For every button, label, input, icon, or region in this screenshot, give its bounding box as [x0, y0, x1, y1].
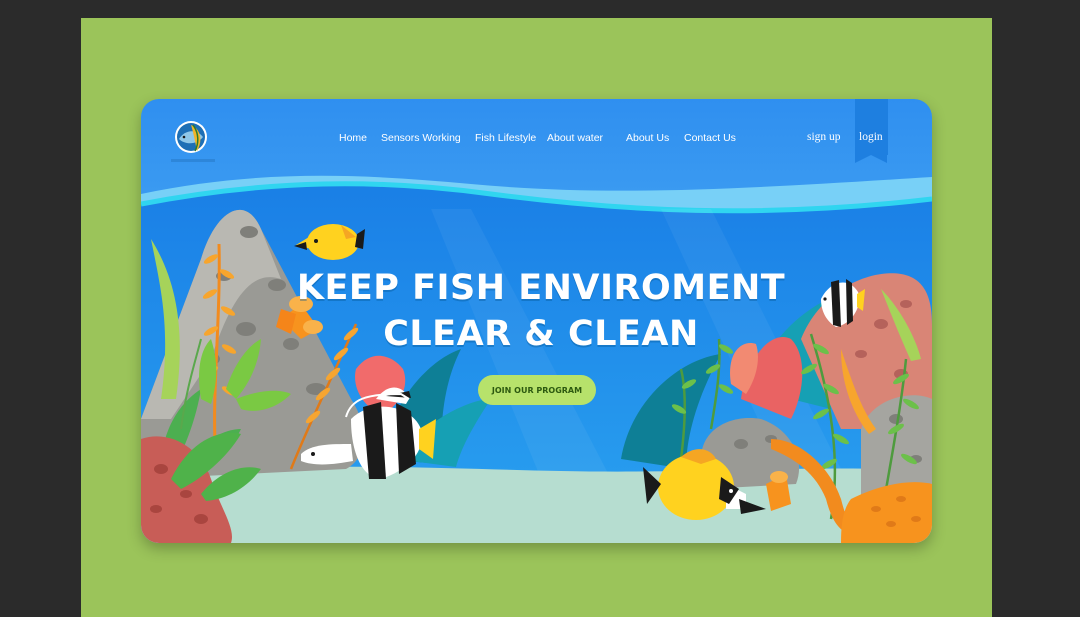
- landing-page-card: Home Sensors Working Fish Lifestyle Abou…: [141, 99, 932, 543]
- nav-item-about-water[interactable]: About water: [547, 132, 603, 144]
- nav-item-home[interactable]: Home: [339, 132, 367, 144]
- nav-item-contact-us[interactable]: Contact Us: [684, 132, 736, 144]
- signup-link[interactable]: sign up: [807, 131, 841, 143]
- fish-logo-icon[interactable]: [171, 119, 215, 167]
- nav-item-fish-lifestyle[interactable]: Fish Lifestyle: [475, 132, 536, 144]
- join-program-button[interactable]: JOIN OUR PROGRAM: [478, 375, 596, 405]
- nav-item-sensors-working[interactable]: Sensors Working: [381, 132, 461, 144]
- hero-headline-line-2: CLEAR & CLEAN: [383, 314, 699, 354]
- hero-headline: KEEP FISH ENVIROMENT CLEAR & CLEAN: [291, 265, 791, 357]
- login-button[interactable]: login: [855, 99, 888, 163]
- nav-item-about-us[interactable]: About Us: [626, 132, 669, 144]
- login-label: login: [859, 131, 883, 143]
- hero-headline-line-1: KEEP FISH ENVIROMENT: [296, 268, 786, 308]
